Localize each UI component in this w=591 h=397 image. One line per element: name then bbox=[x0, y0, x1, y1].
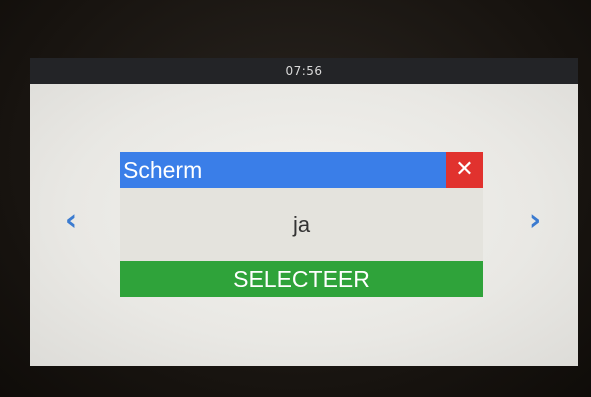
dialog-title: Scherm bbox=[120, 152, 446, 188]
setting-value: ja bbox=[120, 188, 483, 261]
select-button[interactable]: SELECTEER bbox=[120, 261, 483, 297]
clock: 07:56 bbox=[285, 64, 323, 78]
device-bezel: 07:56 ‹ › Scherm ✕ ja SELECTEER bbox=[0, 0, 591, 397]
screen: 07:56 ‹ › Scherm ✕ ja SELECTEER bbox=[30, 58, 578, 366]
content-area: ‹ › Scherm ✕ ja SELECTEER bbox=[30, 84, 578, 366]
setting-dialog: Scherm ✕ ja SELECTEER bbox=[120, 152, 483, 297]
chevron-left-icon[interactable]: ‹ bbox=[60, 206, 82, 236]
setting-value-text: ja bbox=[292, 211, 311, 237]
close-icon[interactable]: ✕ bbox=[446, 152, 483, 188]
status-bar: 07:56 bbox=[30, 58, 578, 84]
chevron-right-icon[interactable]: › bbox=[524, 206, 546, 236]
dialog-header: Scherm ✕ bbox=[120, 152, 483, 188]
